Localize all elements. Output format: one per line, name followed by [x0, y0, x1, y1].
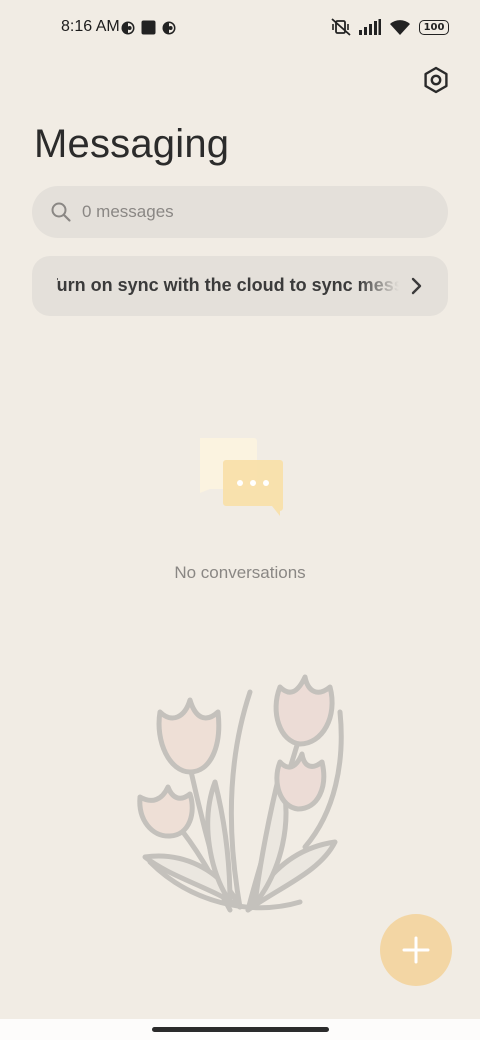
chevron-right-icon: [411, 277, 422, 295]
home-indicator[interactable]: [152, 1027, 329, 1032]
tulips-illustration: [137, 674, 344, 913]
search-bar[interactable]: 0 messages: [32, 186, 448, 238]
chat-bubbles-icon: [200, 438, 283, 516]
plus-icon: [402, 936, 430, 964]
search-placeholder: 0 messages: [82, 202, 174, 221]
status-bar: 8:16 AM 100: [0, 0, 480, 56]
new-conversation-button[interactable]: [380, 914, 452, 986]
stop-icon: [141, 20, 156, 35]
status-time: 8:16 AM: [61, 18, 120, 35]
empty-state-text: No conversations: [174, 563, 306, 582]
sync-banner-text: Turn on sync with the cloud to sync mess…: [57, 275, 399, 295]
search-icon: [51, 202, 71, 222]
cellular-signal-icon: [359, 19, 381, 35]
battery-indicator: 100: [419, 19, 449, 35]
settings-icon: [424, 66, 448, 94]
notification-icon: [162, 21, 176, 34]
notification-icon: [121, 21, 135, 34]
settings-button[interactable]: [421, 65, 451, 95]
page-title: Messaging: [34, 122, 230, 166]
sync-banner[interactable]: Turn on sync with the cloud to sync mess…: [32, 256, 448, 316]
mute-vibrate-icon: [331, 18, 351, 36]
wifi-icon: [390, 19, 410, 35]
